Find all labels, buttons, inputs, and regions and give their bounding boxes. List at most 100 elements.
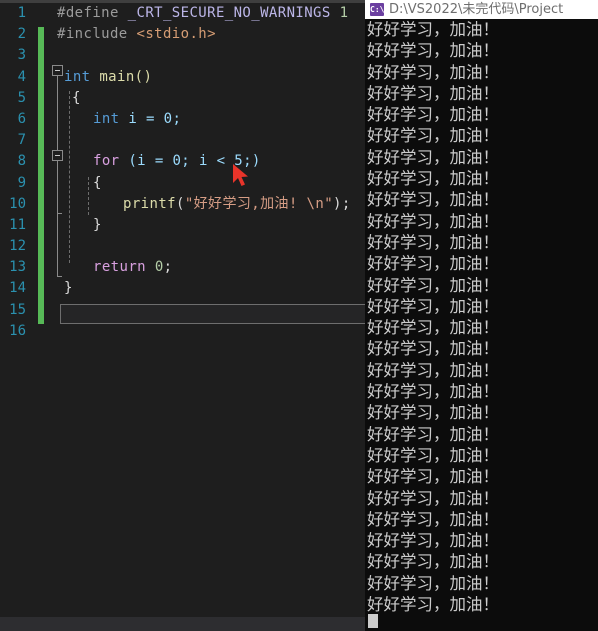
line-number: 1 (17, 5, 26, 21)
console-output-line: 好好学习，加油！ (367, 445, 499, 465)
code-text: { (72, 88, 81, 109)
code-line[interactable]: 10 printf("好好学习,加油! \n"); (0, 194, 365, 215)
code-text: int main() (64, 67, 152, 88)
line-number: 15 (9, 301, 26, 318)
line-number: 4 (17, 68, 26, 85)
console-output-line: 好好学习，加油！ (367, 232, 499, 252)
console-output-line: 好好学习，加油！ (367, 190, 499, 210)
code-line[interactable]: 8 for (i = 0; i < 5;) (0, 151, 365, 172)
console-output-line: 好好学习，加油！ (367, 360, 499, 380)
console-output-line: 好好学习，加油！ (367, 20, 499, 39)
code-text: int i = 0; (93, 109, 181, 130)
token-expression: i = 0; (119, 110, 182, 127)
token-string: "好好学习,加油! \n" (184, 195, 334, 212)
code-line[interactable]: 11 } (0, 215, 365, 236)
console-output-line: 好好学习，加油！ (367, 467, 499, 487)
token-paren: ( (175, 195, 185, 212)
code-text: #define _CRT_SECURE_NO_WARNINGS 1 (57, 3, 348, 24)
console-output-line: 好好学习，加油！ (367, 552, 499, 572)
token-brace: } (93, 216, 102, 233)
line-number: 6 (17, 110, 26, 127)
line-number: 13 (9, 259, 26, 276)
code-text: } (64, 278, 73, 299)
line-number: 16 (9, 322, 26, 339)
token-number: 0 (145, 259, 164, 276)
console-window[interactable]: C:\ D:\VS2022\未完代码\Project 好好学习，加油！ 好好学习，… (365, 0, 598, 631)
token-brace: { (93, 174, 102, 191)
code-line[interactable]: 7 (0, 130, 365, 151)
token-keyword: int (64, 68, 91, 85)
code-line[interactable]: 6 int i = 0; (0, 109, 365, 130)
screen-root: 1 #define _CRT_SECURE_NO_WARNINGS 1 2 #i… (0, 0, 598, 631)
code-line[interactable]: 5 { (0, 88, 365, 109)
cmd-icon-glyph: C:\ (370, 5, 385, 14)
token-paren-close: ); (333, 195, 351, 212)
token-header: <stdio.h> (136, 26, 216, 43)
console-title-text: D:\VS2022\未完代码\Project (389, 2, 564, 17)
console-output-line: 好好学习，加油！ (367, 126, 499, 146)
code-text: printf("好好学习,加油! \n"); (123, 194, 351, 215)
console-output-line: 好好学习，加油！ (367, 83, 499, 103)
token-brace: } (64, 280, 73, 297)
line-number: 9 (17, 174, 26, 191)
code-line[interactable]: 3 (0, 45, 365, 66)
line-number: 2 (17, 26, 26, 43)
console-output-line: 好好学习，加油！ (367, 105, 499, 125)
console-output-line: 好好学习，加油！ (367, 62, 499, 82)
token-macro-name: _CRT_SECURE_NO_WARNINGS (127, 5, 331, 21)
console-block-cursor (368, 614, 378, 628)
console-output-line: 好好学习，加油！ (367, 147, 499, 167)
console-output-line: 好好学习，加油！ (367, 296, 499, 316)
code-line[interactable]: 1 #define _CRT_SECURE_NO_WARNINGS 1 (0, 3, 365, 24)
line-number: 12 (9, 238, 26, 255)
code-text: #include <stdio.h> (57, 24, 216, 45)
console-output-line: 好好学习，加油！ (367, 509, 499, 529)
token-keyword: return (93, 259, 146, 276)
code-text: for (i = 0; i < 5;) (93, 151, 261, 172)
code-area[interactable]: 1 #define _CRT_SECURE_NO_WARNINGS 1 2 #i… (0, 3, 365, 608)
console-output-line: 好好学习，加油！ (367, 254, 499, 274)
line-number: 10 (9, 195, 26, 212)
line-number: 8 (17, 153, 26, 170)
console-output-line: 好好学习，加油！ (367, 424, 499, 444)
code-text: } (93, 215, 102, 236)
console-title-bar[interactable]: C:\ D:\VS2022\未完代码\Project (365, 0, 598, 19)
code-line[interactable]: 13 return 0; (0, 257, 365, 278)
token-keyword: int (93, 110, 120, 127)
code-line[interactable]: 2 #include <stdio.h> (0, 24, 365, 45)
token-brace: { (72, 89, 81, 106)
code-editor-pane[interactable]: 1 #define _CRT_SECURE_NO_WARNINGS 1 2 #i… (0, 0, 365, 631)
console-output-line: 好好学习，加油！ (367, 531, 499, 551)
editor-status-bar: 未找到相关问题 (0, 617, 365, 631)
token-preprocessor: #include (57, 26, 128, 43)
code-text: return 0; (93, 257, 173, 278)
console-output[interactable]: 好好学习，加油！ 好好学习，加油！ 好好学习，加油！ 好好学习，加油！ 好好学习，加油！… (365, 19, 598, 613)
current-line-highlight-box[interactable] (60, 304, 365, 324)
code-text: { (93, 173, 102, 194)
line-number: 5 (17, 89, 26, 106)
token-expression: (i = 0; i < 5;) (119, 153, 261, 170)
code-line[interactable]: 12 (0, 236, 365, 257)
console-output-line: 好好学习，加油！ (367, 573, 499, 593)
token-semicolon: ; (163, 259, 173, 276)
console-output-line: 好好学习，加油！ (367, 211, 499, 231)
console-output-line: 好好学习，加油！ (367, 403, 499, 423)
console-output-line: 好好学习，加油！ (367, 169, 499, 189)
console-output-line: 好好学习，加油！ (367, 275, 499, 295)
console-output-line: 好好学习，加油！ (367, 595, 499, 613)
console-output-line: 好好学习，加油！ (367, 488, 499, 508)
console-output-line: 好好学习，加油！ (367, 318, 499, 338)
code-line[interactable]: 9 { (0, 173, 365, 194)
line-number: 11 (9, 216, 26, 233)
line-number: 14 (9, 280, 26, 297)
token-number: 1 (339, 5, 349, 21)
token-function: main() (99, 68, 153, 85)
code-line[interactable]: 14 } (0, 278, 365, 299)
console-output-line: 好好学习，加油！ (367, 339, 499, 359)
line-number: 7 (17, 132, 26, 149)
console-output-line: 好好学习，加油！ (367, 41, 499, 61)
token-preprocessor: #define (57, 5, 119, 21)
code-line[interactable]: 4 int main() (0, 67, 365, 88)
token-function: printf (123, 195, 176, 212)
token-keyword: for (93, 153, 120, 170)
